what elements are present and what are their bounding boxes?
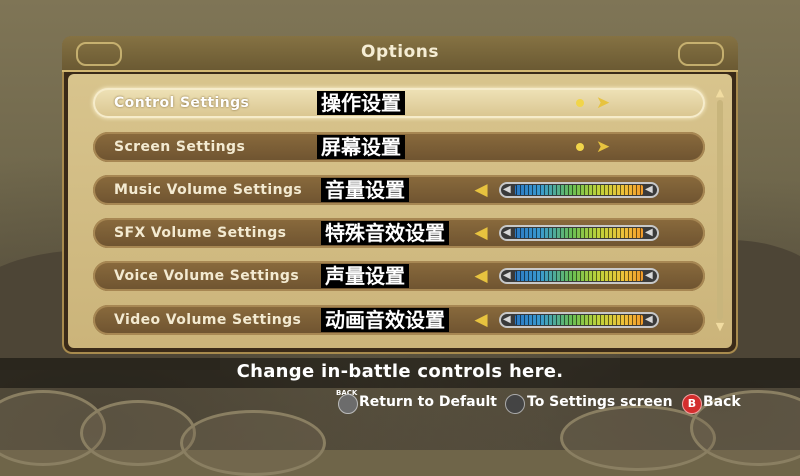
settings-row-screen[interactable]: Screen Settings 屏幕设置 ➤: [93, 132, 705, 162]
arrow-right-icon[interactable]: ➤: [593, 138, 613, 156]
row-label-cn: 动画音效设置: [321, 308, 449, 332]
row-label-cn: 声量设置: [321, 264, 409, 288]
to-settings-screen-label[interactable]: To Settings screen: [527, 394, 673, 414]
volume-level-bar: [515, 271, 643, 281]
scrollbar[interactable]: [717, 100, 723, 320]
cloud-decoration: [180, 410, 326, 476]
row-label-cn: 屏幕设置: [317, 135, 405, 159]
arrow-left-icon[interactable]: ◀: [471, 267, 491, 285]
settings-row-music-volume[interactable]: Music Volume Settings 音量设置 ◀ ◀ ◀: [93, 175, 705, 205]
row-label: SFX Volume Settings: [114, 225, 287, 241]
speaker-icon: ◀: [645, 314, 653, 325]
arrow-left-icon[interactable]: ◀: [471, 311, 491, 329]
volume-slider[interactable]: ◀ ◀: [499, 182, 659, 198]
description-text: Change in-battle controls here.: [236, 361, 564, 382]
row-label: Video Volume Settings: [114, 312, 302, 328]
back-label[interactable]: Back: [703, 394, 741, 414]
description-bar: Change in-battle controls here.: [0, 358, 800, 388]
back-button-icon[interactable]: [338, 394, 358, 414]
row-label: Music Volume Settings: [114, 182, 303, 198]
row-label: Screen Settings: [114, 139, 246, 155]
volume-slider[interactable]: ◀ ◀: [499, 268, 659, 284]
row-label: Control Settings: [114, 95, 250, 111]
row-label: Voice Volume Settings: [114, 268, 300, 284]
speaker-icon: ◀: [645, 270, 653, 281]
scroll-down-icon[interactable]: ▼: [714, 321, 726, 332]
arrow-left-icon[interactable]: ◀: [471, 224, 491, 242]
speaker-icon: ◀: [645, 184, 653, 195]
speaker-icon: ◀: [645, 227, 653, 238]
selection-dot-icon: [576, 99, 584, 107]
page-title: Options: [361, 42, 439, 62]
speaker-icon: ◀: [503, 314, 511, 325]
title-bar: Options: [62, 36, 738, 72]
speaker-icon: ◀: [503, 227, 511, 238]
volume-level-bar: [515, 315, 643, 325]
arrow-left-icon[interactable]: ◀: [471, 181, 491, 199]
dpad-stick-icon[interactable]: [505, 394, 525, 414]
selection-dot-icon: [576, 143, 584, 151]
speaker-icon: ◀: [503, 184, 511, 195]
arrow-right-icon[interactable]: ➤: [593, 94, 613, 112]
row-label-cn: 特殊音效设置: [321, 221, 449, 245]
return-to-default-label[interactable]: Return to Default: [359, 394, 497, 414]
settings-row-sfx-volume[interactable]: SFX Volume Settings 特殊音效设置 ◀ ◀ ◀: [93, 218, 705, 248]
settings-row-video-volume[interactable]: Video Volume Settings 动画音效设置 ◀ ◀ ◀: [93, 305, 705, 335]
volume-slider[interactable]: ◀ ◀: [499, 312, 659, 328]
settings-row-voice-volume[interactable]: Voice Volume Settings 声量设置 ◀ ◀ ◀: [93, 261, 705, 291]
row-label-cn: 操作设置: [317, 91, 405, 115]
volume-level-bar: [515, 228, 643, 238]
cloud-decoration: [80, 400, 196, 466]
volume-level-bar: [515, 185, 643, 195]
speaker-icon: ◀: [503, 270, 511, 281]
scroll-up-icon[interactable]: ▲: [714, 87, 726, 98]
b-button-icon[interactable]: B: [682, 394, 702, 414]
settings-row-control[interactable]: Control Settings 操作设置 ➤: [93, 88, 705, 118]
volume-slider[interactable]: ◀ ◀: [499, 225, 659, 241]
row-label-cn: 音量设置: [321, 178, 409, 202]
